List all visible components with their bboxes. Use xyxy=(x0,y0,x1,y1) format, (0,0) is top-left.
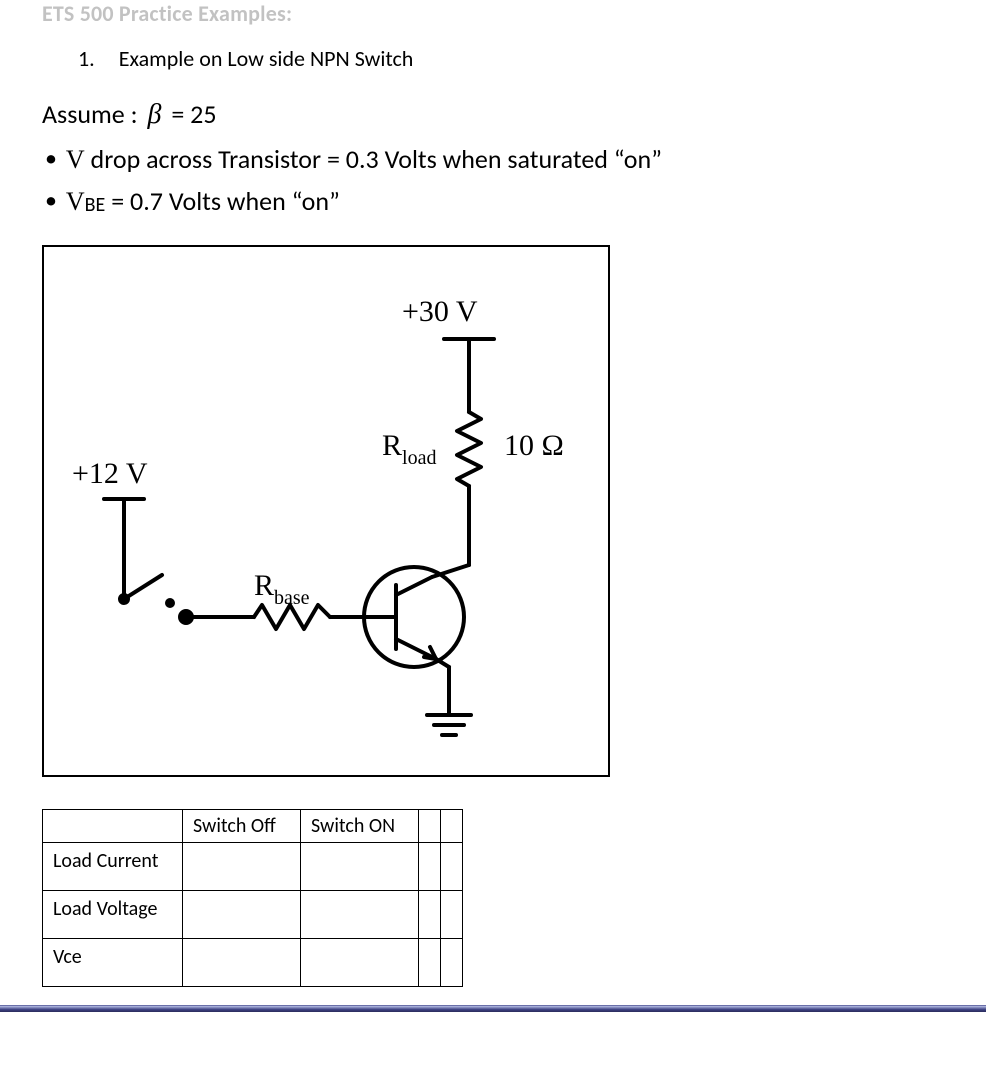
bullet2-sub: BE xyxy=(85,193,106,217)
table-row: Vce xyxy=(43,939,463,987)
results-table-wrapper: Switch Off Switch ON Load Current Load V… xyxy=(42,809,986,987)
cell xyxy=(183,843,301,891)
bullet2-v: V xyxy=(66,187,85,216)
cell xyxy=(441,891,463,939)
cell xyxy=(419,843,441,891)
cell xyxy=(301,939,419,987)
beta-value: = 25 xyxy=(171,98,216,130)
bullet-1: • V drop across Transistor = 0.3 Volts w… xyxy=(0,143,986,175)
col-switch-off: Switch Off xyxy=(183,810,301,843)
example-heading: 1. Example on Low side NPN Switch xyxy=(0,45,986,72)
assume-line: Assume : β = 25 xyxy=(0,98,986,131)
bullet1-text: drop across Transistor = 0.3 Volts when … xyxy=(85,143,662,175)
col-blank-2 xyxy=(441,810,463,843)
beta-symbol: β xyxy=(143,99,165,130)
bullet1-v: V xyxy=(66,145,85,174)
cell xyxy=(441,843,463,891)
cell xyxy=(301,843,419,891)
results-table: Switch Off Switch ON Load Current Load V… xyxy=(42,809,463,987)
example-number: 1. xyxy=(78,45,95,72)
cell xyxy=(441,939,463,987)
bullet2-text: = 0.7 Volts when “on” xyxy=(105,185,340,217)
cell xyxy=(301,891,419,939)
cell xyxy=(419,891,441,939)
page-header-faded: ETS 500 Practice Examples: xyxy=(0,0,986,27)
col-switch-on: Switch ON xyxy=(301,810,419,843)
row-label: Load Current xyxy=(43,843,183,891)
table-header-row: Switch Off Switch ON xyxy=(43,810,463,843)
example-title: Example on Low side NPN Switch xyxy=(119,45,414,72)
row-label: Vce xyxy=(43,939,183,987)
cell xyxy=(419,939,441,987)
col-blank-1 xyxy=(419,810,441,843)
circuit-diagram: +30 V +12 V Rload 10 Ω Rbase xyxy=(42,245,610,777)
cell xyxy=(183,939,301,987)
table-row: Load Voltage xyxy=(43,891,463,939)
table-corner-blank xyxy=(43,810,183,843)
table-row: Load Current xyxy=(43,843,463,891)
footer-divider xyxy=(0,1005,986,1012)
circuit-svg xyxy=(44,247,612,779)
bullet-2: • VBE = 0.7 Volts when “on” xyxy=(0,185,986,217)
cell xyxy=(183,891,301,939)
row-label: Load Voltage xyxy=(43,891,183,939)
assume-label: Assume : xyxy=(42,98,138,130)
